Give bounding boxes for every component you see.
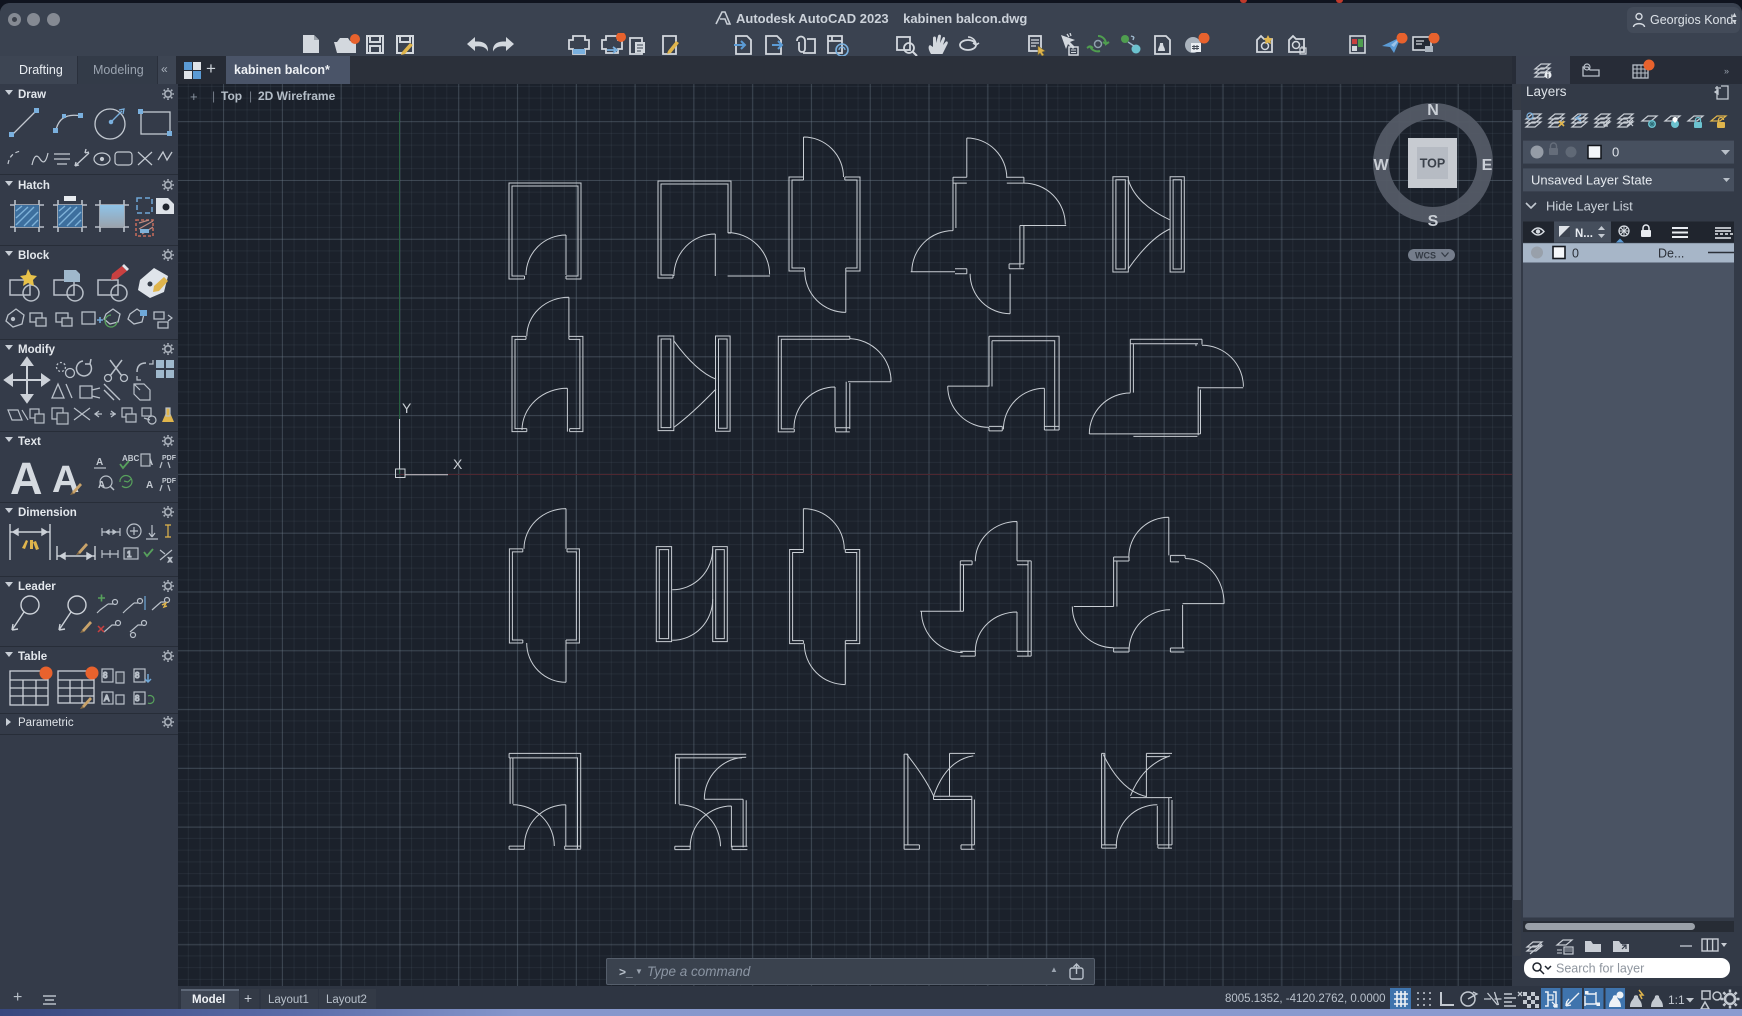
svg-text:S: S [1428, 213, 1439, 230]
svg-text:Unsaved Layer State: Unsaved Layer State [1531, 173, 1652, 188]
svg-text:x: x [168, 555, 172, 564]
svg-text:8: 8 [103, 671, 108, 680]
svg-text:E: E [1482, 157, 1493, 174]
svg-text:i: i [1547, 73, 1549, 80]
svg-text:1: 1 [127, 550, 132, 559]
svg-text:»: » [1724, 66, 1729, 76]
svg-text:Text: Text [18, 436, 41, 448]
svg-text:Y: Y [402, 400, 412, 416]
svg-text:TOP: TOP [1420, 157, 1445, 171]
svg-text:Hide Layer List: Hide Layer List [1546, 199, 1633, 214]
svg-text:ABC: ABC [122, 454, 140, 463]
svg-text:De...: De... [1658, 247, 1684, 261]
svg-text:WCS: WCS [1415, 251, 1436, 261]
svg-text:0: 0 [1572, 247, 1579, 261]
svg-text:PDF: PDF [162, 478, 177, 485]
svg-text:N...: N... [1575, 228, 1593, 240]
svg-text:A: A [52, 459, 79, 501]
svg-text:Leader: Leader [18, 581, 56, 593]
svg-text:1:1: 1:1 [1668, 993, 1685, 1007]
svg-text:A: A [96, 457, 103, 468]
svg-text:Layers: Layers [1526, 84, 1567, 99]
svg-text:8: 8 [135, 694, 140, 703]
svg-text:PDF: PDF [162, 455, 177, 462]
svg-text:A: A [10, 453, 43, 504]
svg-text:N: N [1427, 102, 1439, 119]
svg-text:Hatch: Hatch [18, 180, 50, 192]
svg-text:X: X [453, 456, 463, 472]
svg-text:Dimension: Dimension [18, 507, 77, 519]
svg-text:W: W [1373, 157, 1389, 174]
svg-text:Search for layer: Search for layer [1556, 962, 1644, 976]
svg-text:Draw: Draw [18, 89, 46, 101]
svg-text:Parametric: Parametric [18, 717, 74, 729]
svg-text:Modify: Modify [18, 344, 56, 356]
svg-text:0: 0 [1612, 145, 1619, 160]
svg-text:A: A [104, 694, 110, 703]
svg-text:Block: Block [18, 250, 50, 262]
svg-text:A: A [146, 480, 153, 491]
svg-text:8: 8 [135, 671, 140, 680]
svg-text:Table: Table [18, 651, 47, 663]
